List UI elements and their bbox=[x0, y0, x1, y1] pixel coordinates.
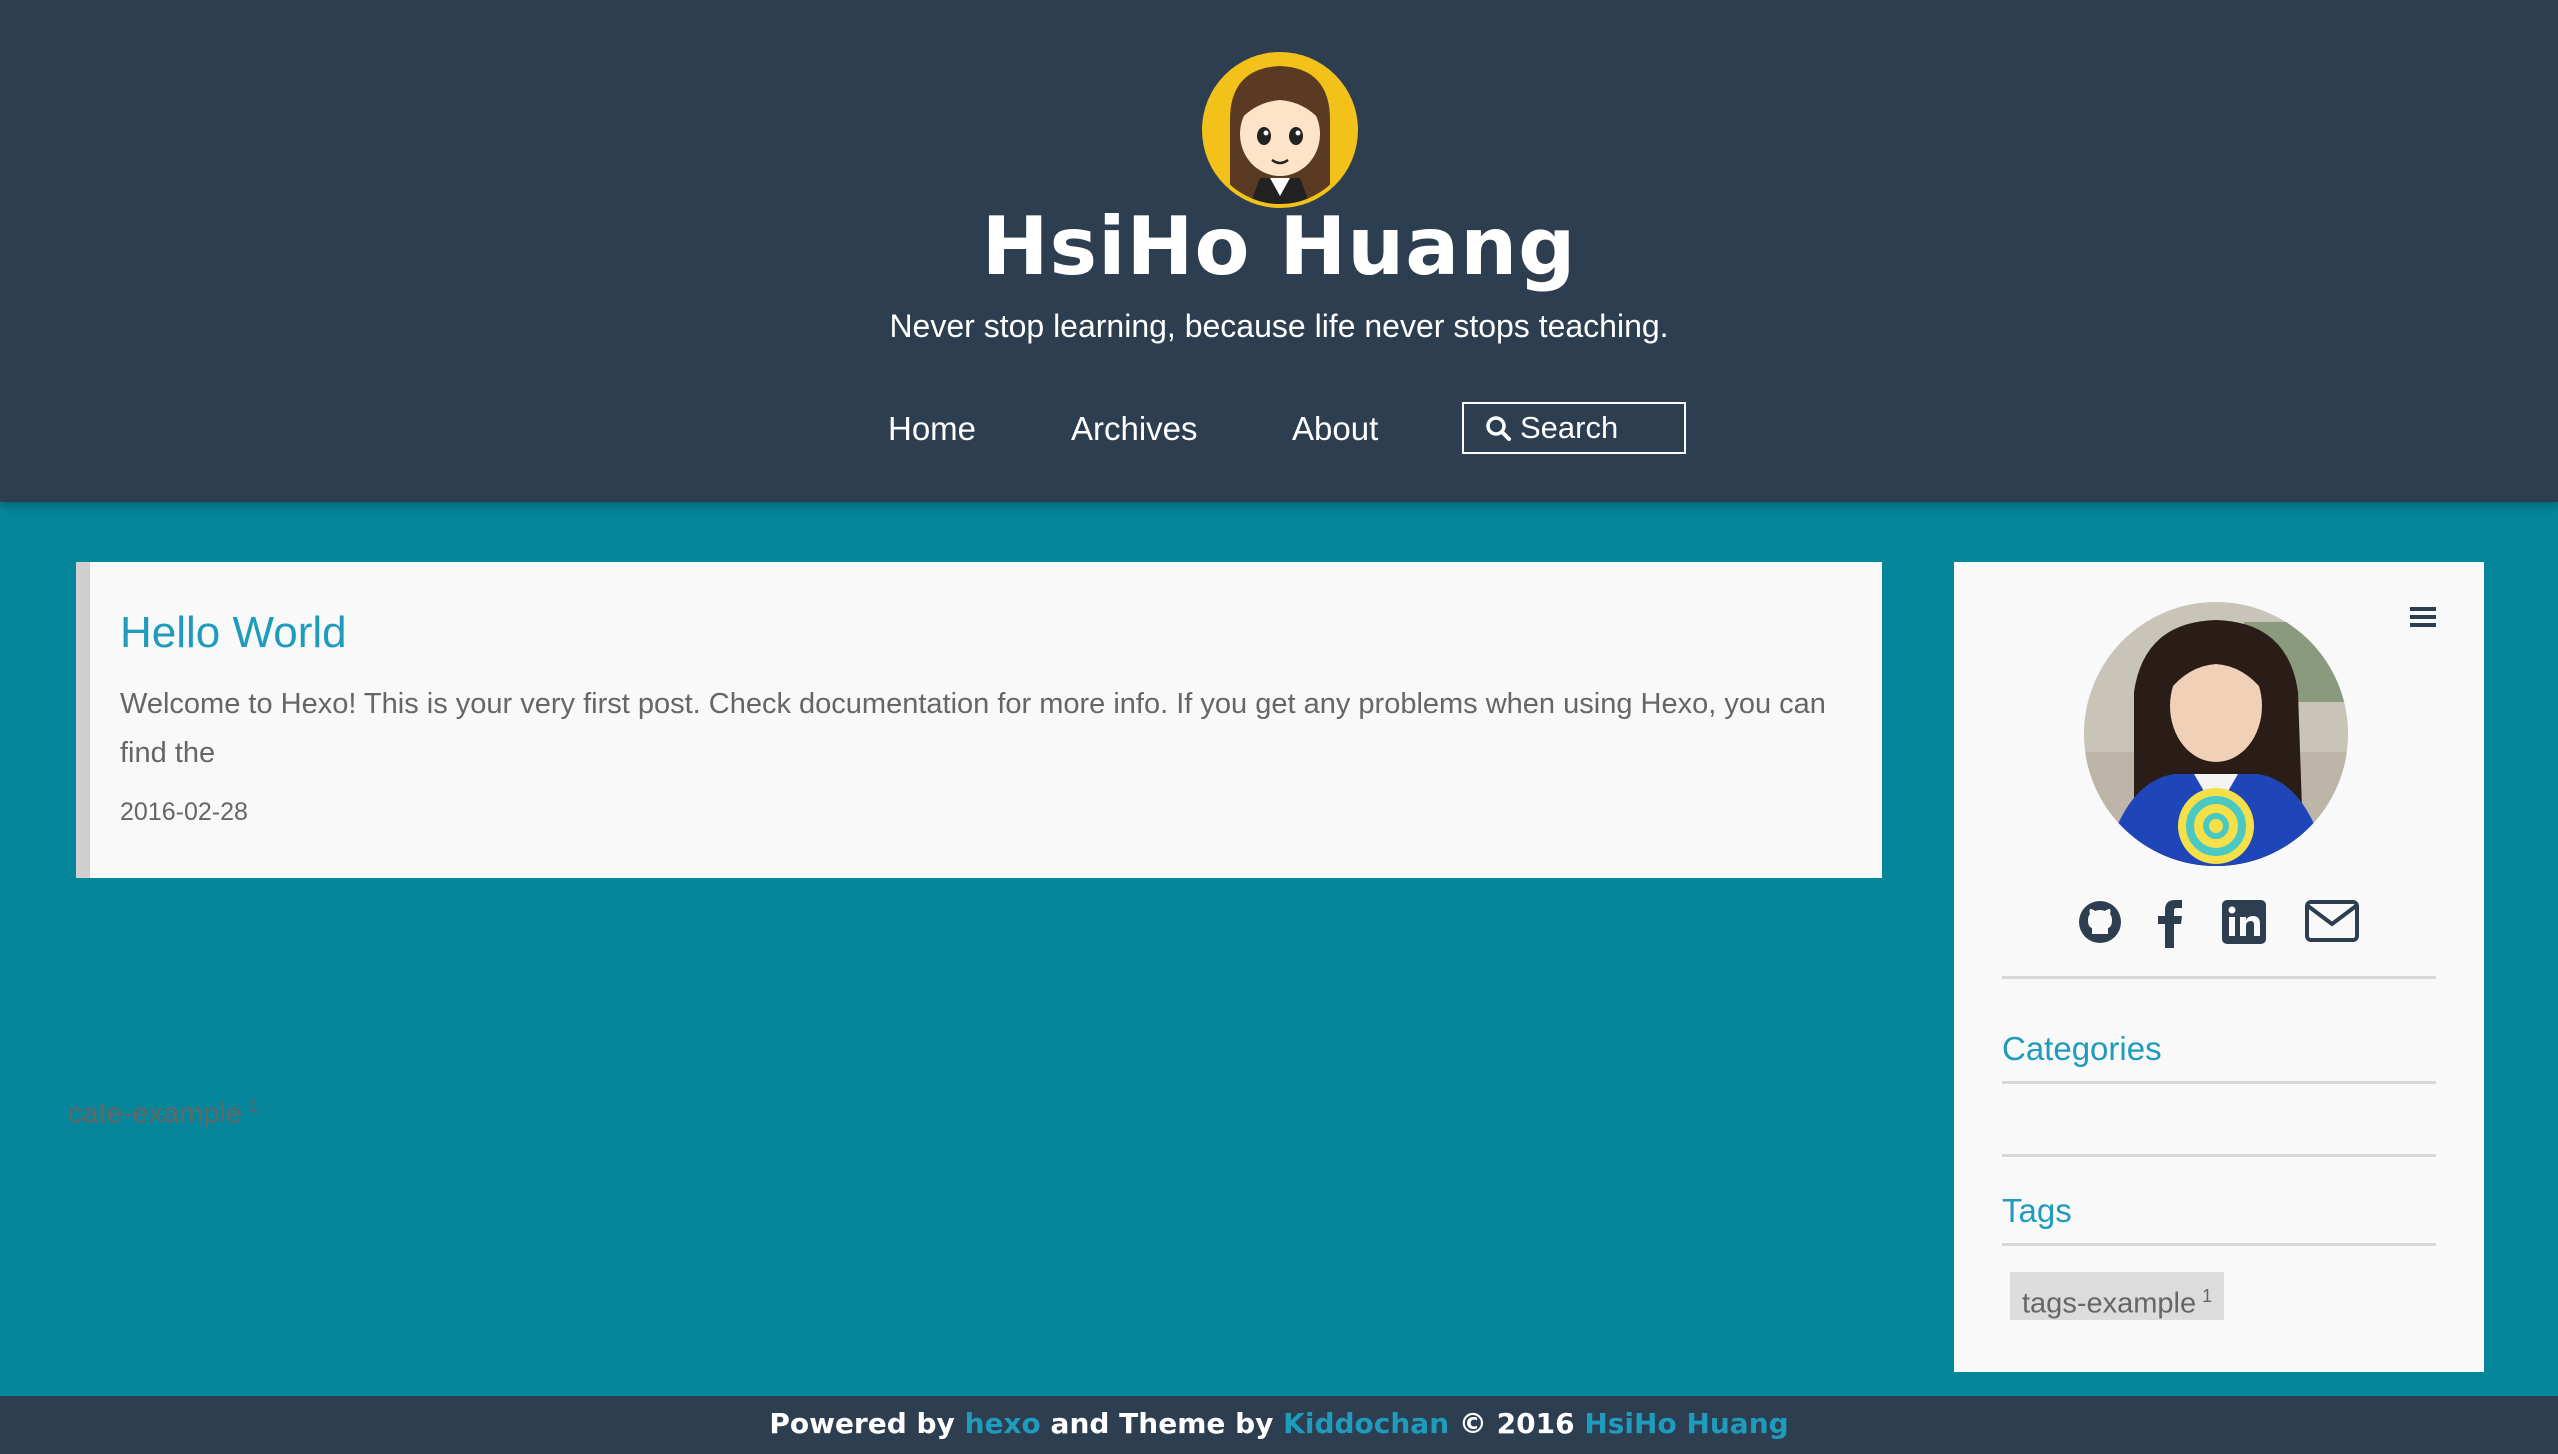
category-count: 1 bbox=[248, 1096, 259, 1116]
footer-copyright: © 2016 bbox=[1458, 1407, 1575, 1440]
post-excerpt: Welcome to Hexo! This is your very first… bbox=[120, 688, 1826, 769]
footer-kiddochan-link[interactable]: Kiddochan bbox=[1283, 1407, 1449, 1440]
categories-divider bbox=[2002, 1081, 2436, 1084]
facebook-icon[interactable] bbox=[2156, 898, 2186, 953]
main-nav: Home Archives About Search bbox=[0, 400, 2558, 456]
footer-hexo-link[interactable]: hexo bbox=[965, 1407, 1041, 1440]
nav-archives-link[interactable]: Archives bbox=[1071, 410, 1198, 448]
category-item[interactable]: cate-example 1 bbox=[68, 1096, 258, 1131]
site-avatar[interactable] bbox=[1200, 50, 1360, 210]
categories-bottom-divider bbox=[2002, 1154, 2436, 1157]
post-card: Hello World Welcome to Hexo! This is you… bbox=[76, 562, 1882, 878]
post-title[interactable]: Hello World bbox=[120, 608, 347, 658]
post-date: 2016-02-28 bbox=[120, 798, 248, 826]
footer-powered-by: Powered by bbox=[769, 1407, 955, 1440]
github-icon[interactable] bbox=[2076, 898, 2124, 951]
tag-count: 1 bbox=[2202, 1286, 2213, 1306]
footer-author-link[interactable]: HsiHo Huang bbox=[1584, 1407, 1788, 1440]
tag-name: tags-example bbox=[2022, 1287, 2197, 1320]
categories-title: Categories bbox=[2002, 1030, 2162, 1067]
site-title[interactable]: HsiHo Huang bbox=[0, 200, 2558, 293]
social-links bbox=[1954, 898, 2484, 958]
tag-item[interactable]: tags-example 1 bbox=[2010, 1272, 2225, 1320]
search-label: Search bbox=[1520, 410, 1619, 445]
search-button[interactable]: Search bbox=[1462, 402, 1686, 454]
search-icon bbox=[1486, 416, 1511, 441]
nav-home-link[interactable]: Home bbox=[888, 410, 976, 448]
sidebar-divider bbox=[2002, 976, 2436, 979]
site-header: HsiHo Huang Never stop learning, because… bbox=[0, 0, 2558, 502]
nav-about-link[interactable]: About bbox=[1292, 410, 1378, 448]
profile-photo bbox=[2084, 602, 2348, 866]
tags-divider bbox=[2002, 1243, 2436, 1246]
mail-icon[interactable] bbox=[2304, 898, 2360, 949]
tags-title: Tags bbox=[2002, 1192, 2072, 1229]
sidebar: Categories Tags bbox=[1954, 562, 2484, 1372]
site-footer: Powered by hexo and Theme by Kiddochan ©… bbox=[0, 1396, 2558, 1454]
site-subtitle: Never stop learning, because life never … bbox=[889, 308, 1669, 344]
category-name: cate-example bbox=[68, 1097, 243, 1130]
footer-theme-by: and Theme by bbox=[1050, 1407, 1274, 1440]
hamburger-menu-icon[interactable] bbox=[2410, 606, 2436, 628]
linkedin-icon[interactable] bbox=[2220, 898, 2268, 951]
